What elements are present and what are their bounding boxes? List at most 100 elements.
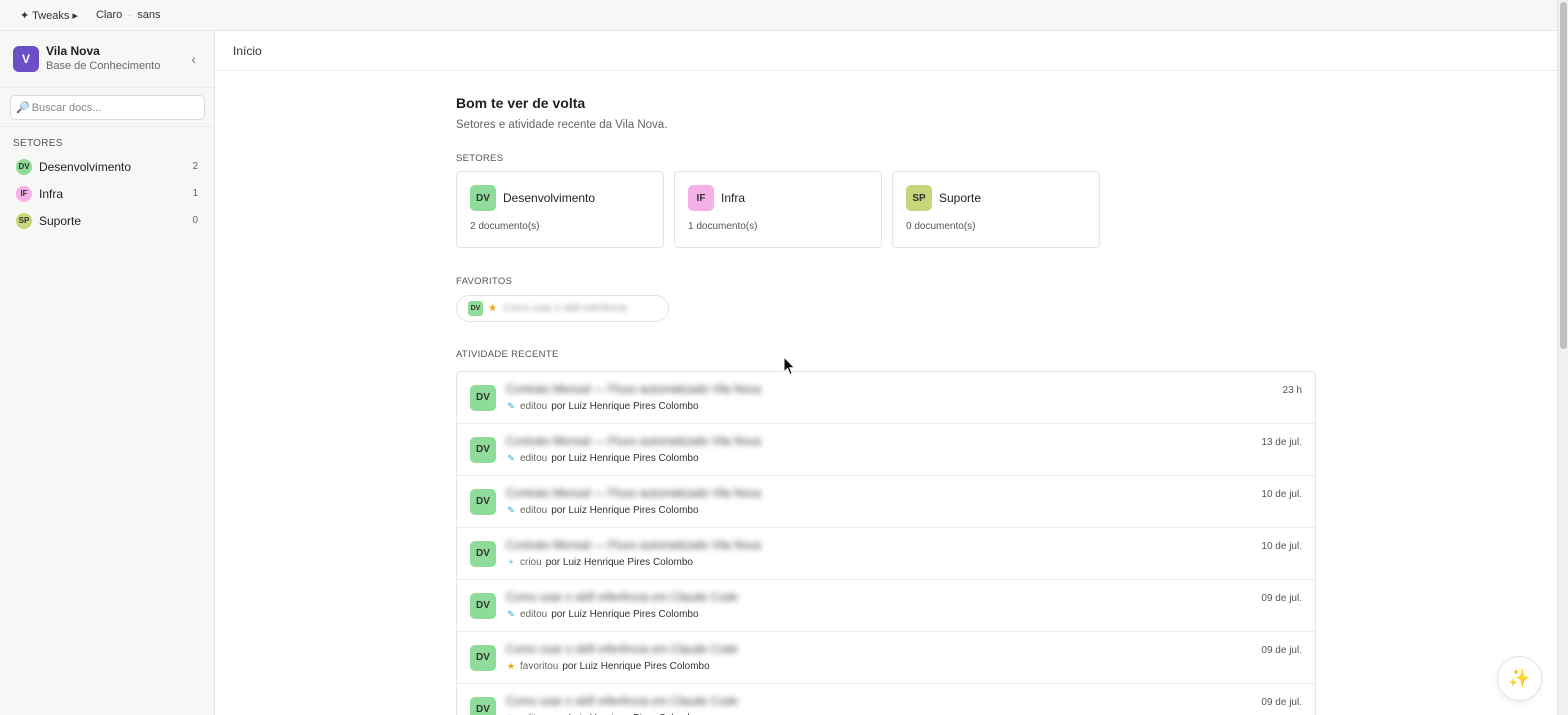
star-icon: ★	[506, 660, 516, 671]
page-title: Bom te ver de volta	[456, 95, 586, 111]
sector-badge: DV	[16, 158, 32, 175]
activity-time: 09 de jul.	[1261, 645, 1302, 656]
sidebar-item-desenvolvimento[interactable]: DV Desenvolvimento 2	[0, 153, 214, 180]
sector-cards: DV Desenvolvimento 2 documento(s) IF Infra 1 …	[456, 171, 1316, 248]
activity-time: 10 de jul.	[1261, 489, 1302, 500]
favorite-chip[interactable]: DV ★ Como usar o skill referência	[456, 295, 669, 322]
sector-badge: DV	[468, 301, 483, 316]
tweaks-toggle[interactable]: ✦ Tweaks ▸	[20, 9, 78, 22]
scrollbar[interactable]	[1557, 0, 1568, 715]
tweaks-settings: Claro · sans	[96, 9, 161, 21]
chevron-left-icon[interactable]: ‹	[191, 51, 196, 67]
activity-verb: editou	[520, 452, 548, 464]
activity-author: por Luiz Henrique Pires Colombo	[551, 400, 699, 412]
activity-item[interactable]: DV Contrato Mensal — Fluxo automatizado V…	[457, 528, 1315, 580]
activity-verb: favoritou	[520, 660, 559, 672]
activity-verb: editou	[520, 608, 548, 620]
workspace-name: Vila Nova	[46, 44, 100, 58]
sidebar-item-infra[interactable]: IF Infra 1	[0, 180, 214, 207]
sparkles-icon[interactable]: ✨	[1497, 656, 1542, 701]
activity-doc-title: Contrato Mensal — Fluxo automatizado Vil…	[506, 539, 761, 552]
sidebar-item-count: 1	[192, 188, 198, 199]
activity-doc-title: Contrato Mensal — Fluxo automatizado Vil…	[506, 435, 761, 448]
sector-badge: DV	[470, 384, 496, 411]
favorite-title: Como usar o skill referência	[502, 303, 627, 314]
font-option[interactable]: sans	[137, 9, 160, 21]
sidebar-item-label: Desenvolvimento	[39, 159, 132, 174]
activity-item[interactable]: DV Contrato Mensal — Fluxo automatizado V…	[457, 424, 1315, 476]
activity-verb: editou	[520, 400, 548, 412]
sector-badge: SP	[906, 185, 932, 211]
activity-doc-title: Como usar o skill referência em Claude C…	[506, 695, 739, 708]
activity-time: 13 de jul.	[1261, 437, 1302, 448]
activity-time: 09 de jul.	[1261, 593, 1302, 604]
sector-name: Suporte	[939, 191, 982, 205]
activity-item[interactable]: DV Como usar o skill referência em Claude…	[457, 684, 1315, 715]
separator: ·	[128, 10, 132, 20]
sidebar: V Vila Nova Base de Conhecimento ‹ 🔎 SET…	[0, 31, 215, 715]
activity-verb: editou	[520, 504, 548, 516]
sector-doc-count: 1 documento(s)	[688, 221, 758, 232]
pencil-icon: ✎	[507, 400, 515, 411]
activity-doc-title: Contrato Mensal — Fluxo automatizado Vil…	[506, 383, 761, 396]
sidebar-list: DV Desenvolvimento 2 IF Infra 1 SP Suporte 0	[0, 153, 214, 234]
theme-option[interactable]: Claro	[96, 9, 122, 21]
activity-item[interactable]: DV Contrato Mensal — Fluxo automatizado V…	[457, 372, 1315, 424]
activity-doc-title: Como usar o skill referência em Claude C…	[506, 643, 739, 656]
workspace-subtitle: Base de Conhecimento	[46, 60, 161, 72]
sector-doc-count: 0 documento(s)	[906, 221, 976, 232]
activity-doc-title: Como usar o skill referência em Claude C…	[506, 591, 739, 604]
activity-item[interactable]: DV Contrato Mensal — Fluxo automatizado V…	[457, 476, 1315, 528]
star-icon: ★	[488, 303, 497, 314]
main-area: Início Bom te ver de volta Setores e ati…	[215, 31, 1557, 715]
activity-time: 23 h	[1282, 385, 1302, 396]
tweaks-bar: ✦ Tweaks ▸ Claro · sans	[0, 0, 1557, 31]
sectors-label: SETORES	[456, 153, 504, 164]
sector-badge: DV	[470, 644, 496, 671]
activity-time: 10 de jul.	[1261, 541, 1302, 552]
sector-badge: DV	[470, 696, 496, 715]
activity-time: 09 de jul.	[1261, 697, 1302, 708]
mouse-cursor-icon	[783, 356, 796, 376]
pencil-icon: ✎	[507, 504, 515, 515]
sector-badge: IF	[688, 185, 714, 211]
breadcrumb: Início	[215, 31, 1557, 71]
activity-item[interactable]: DV Como usar o skill referência em Claude…	[457, 580, 1315, 632]
activity-author: por Luiz Henrique Pires Colombo	[551, 452, 699, 464]
pencil-icon: ✎	[507, 608, 515, 619]
activity-label: ATIVIDADE RECENTE	[456, 349, 559, 360]
sector-card-suporte[interactable]: SP Suporte 0 documento(s)	[892, 171, 1100, 248]
sidebar-item-count: 2	[192, 161, 198, 172]
workspace-header: V Vila Nova Base de Conhecimento ‹	[0, 31, 214, 88]
sidebar-section-title: SETORES	[13, 138, 63, 149]
home-content: Bom te ver de volta Setores e atividade …	[456, 71, 1316, 715]
sector-card-infra[interactable]: IF Infra 1 documento(s)	[674, 171, 882, 248]
activity-doc-title: Contrato Mensal — Fluxo automatizado Vil…	[506, 487, 761, 500]
search-box[interactable]: 🔎	[10, 95, 205, 120]
activity-item[interactable]: DV Como usar o skill referência em Claude…	[457, 632, 1315, 684]
favorites-label: FAVORITOS	[456, 276, 513, 287]
activity-author: por Luiz Henrique Pires Colombo	[562, 660, 710, 672]
sector-badge: DV	[470, 185, 496, 211]
sidebar-item-suporte[interactable]: SP Suporte 0	[0, 207, 214, 234]
workspace-logo: V	[13, 46, 39, 72]
sidebar-item-count: 0	[192, 215, 198, 226]
search-icon: 🔎	[16, 102, 30, 114]
sector-badge: DV	[470, 592, 496, 619]
sidebar-item-label: Suporte	[39, 213, 82, 228]
sector-doc-count: 2 documento(s)	[470, 221, 540, 232]
scrollbar-thumb[interactable]	[1560, 2, 1567, 349]
activity-list: DV Contrato Mensal — Fluxo automatizado V…	[456, 371, 1316, 715]
pencil-icon: ✎	[507, 452, 515, 463]
sector-name: Infra	[721, 191, 746, 205]
sector-badge: DV	[470, 436, 496, 463]
sector-name: Desenvolvimento	[503, 191, 596, 205]
activity-author: por Luiz Henrique Pires Colombo	[545, 556, 693, 568]
activity-author: por Luiz Henrique Pires Colombo	[551, 504, 699, 516]
plus-icon: +	[508, 557, 514, 567]
sector-card-desenvolvimento[interactable]: DV Desenvolvimento 2 documento(s)	[456, 171, 664, 248]
search-input[interactable]	[31, 101, 202, 114]
sector-badge: SP	[16, 212, 32, 229]
sector-badge: DV	[470, 540, 496, 567]
sidebar-item-label: Infra	[39, 186, 64, 201]
